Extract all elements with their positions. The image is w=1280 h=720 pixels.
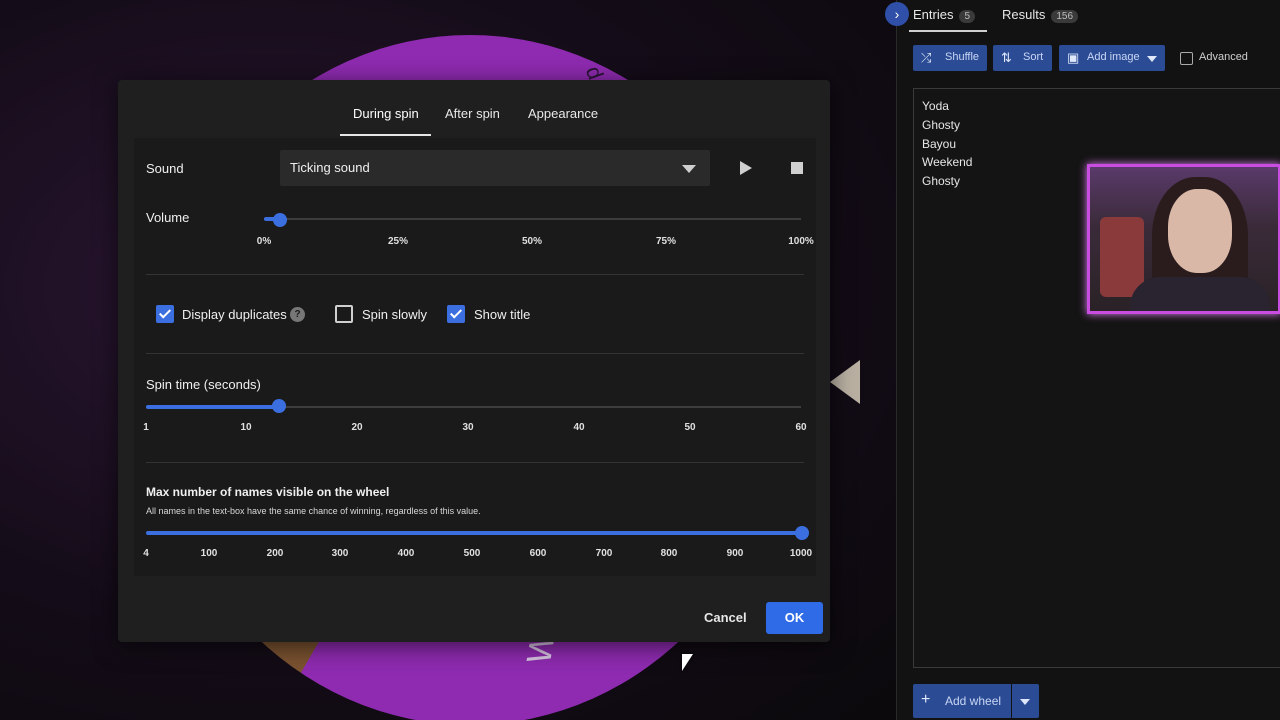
play-icon[interactable] [740,161,752,175]
tab-after-spin[interactable]: After spin [445,106,500,121]
max-names-tick: 900 [726,548,744,559]
volume-tick: 25% [387,236,409,247]
spin-time-label: Spin time (seconds) [146,377,261,392]
image-icon: ▣ [1067,50,1080,65]
add-image-button[interactable]: ▣ Add image [1059,45,1165,71]
entry-line: Yoda [922,99,949,113]
active-tab-indicator [340,134,431,136]
entries-sidebar: › Entries 5 Results 156 ⤮ Shuffle ⇅ Sort ▣… [885,0,1280,720]
tab-results-label: Results [1002,7,1046,22]
chevron-right-icon[interactable]: › [885,2,909,26]
sound-select[interactable]: Ticking sound [280,150,710,186]
stop-icon[interactable] [791,162,803,174]
sort-label: Sort [1023,51,1044,63]
shuffle-button[interactable]: ⤮ Shuffle [913,45,987,71]
shuffle-icon: ⤮ [921,50,932,65]
entry-line: Ghosty [922,174,961,188]
chevron-down-icon [1147,56,1157,62]
max-names-tick: 200 [266,548,284,559]
wheel-pointer-icon [830,360,860,404]
dialog-tabs: During spin After spin Appearance [118,80,830,136]
sort-icon: ⇅ [1001,50,1012,65]
spin-time-slider-thumb[interactable] [272,399,286,413]
volume-slider-thumb[interactable] [273,213,287,227]
spin-time-tick: 40 [573,422,585,433]
sound-label: Sound [146,161,184,176]
show-title-checkbox[interactable] [447,305,465,323]
ok-button[interactable]: OK [766,602,823,634]
display-duplicates-label: Display duplicates [182,307,287,322]
divider [146,274,804,275]
spin-time-tick: 1 [143,422,149,433]
volume-tick: 100% [788,236,814,247]
max-names-tick: 700 [595,548,613,559]
show-title-label: Show title [474,307,531,322]
chevron-down-icon [682,165,696,173]
results-count-badge: 156 [1051,10,1079,23]
sound-select-value: Ticking sound [290,160,370,175]
entry-line: Bayou [922,137,957,151]
volume-track[interactable] [264,218,801,220]
volume-tick: 75% [655,236,677,247]
webcam-person-body [1130,277,1270,311]
max-names-tick: 1000 [789,548,813,559]
spin-time-fill [146,405,279,409]
max-names-slider-thumb[interactable] [795,526,809,540]
display-duplicates-checkbox[interactable] [156,305,174,323]
entries-count-badge: 5 [959,10,976,23]
entry-line: Ghosty [922,118,961,132]
active-tab-indicator [909,30,987,32]
tab-during-spin[interactable]: During spin [353,106,419,121]
spin-time-tick: 60 [795,422,807,433]
during-spin-panel: Sound Ticking sound Volume 0% 25% 50% 75… [134,138,816,576]
spin-time-tick: 50 [684,422,696,433]
mouse-cursor-icon [682,654,693,671]
shuffle-label: Shuffle [945,51,980,63]
tab-entries[interactable]: Entries 5 [913,7,976,23]
sort-button[interactable]: ⇅ Sort [993,45,1052,71]
volume-label: Volume [146,210,190,225]
max-names-fill[interactable] [146,531,801,535]
spin-time-tick: 30 [462,422,474,433]
advanced-label: Advanced [1199,51,1248,63]
spin-time-tick: 20 [351,422,363,433]
advanced-checkbox[interactable] [1180,52,1193,65]
add-wheel-label: Add wheel [945,694,1002,708]
max-names-tick: 600 [529,548,547,559]
max-names-tick: 4 [143,548,149,559]
spin-time-tick: 10 [240,422,252,433]
tab-results[interactable]: Results 156 [1002,7,1079,23]
add-wheel-button[interactable]: + Add wheel [913,684,1011,718]
divider [146,353,804,354]
spin-slowly-label: Spin slowly [362,307,428,322]
tab-appearance[interactable]: Appearance [528,106,598,121]
max-names-tick: 100 [200,548,218,559]
volume-tick: 50% [521,236,543,247]
max-names-tick: 300 [331,548,349,559]
add-image-label: Add image [1087,51,1140,63]
cancel-button[interactable]: Cancel [704,610,747,625]
tab-entries-label: Entries [913,7,954,22]
plus-icon: + [921,691,931,708]
webcam-person-face [1168,189,1232,273]
add-wheel-dropdown-button[interactable] [1012,684,1039,718]
max-names-label: Max number of names visible on the wheel [146,485,390,499]
max-names-tick: 400 [397,548,415,559]
max-names-hint: All names in the text-box have the same … [146,506,481,516]
help-icon[interactable]: ? [290,307,305,322]
entry-line: Weekend [922,155,973,169]
max-names-tick: 500 [463,548,481,559]
webcam-chair [1100,217,1144,297]
webcam-overlay [1087,164,1280,314]
volume-tick: 0% [256,236,272,247]
max-names-tick: 800 [660,548,678,559]
divider [146,462,804,463]
spin-slowly-checkbox[interactable] [335,305,353,323]
customize-dialog: During spin After spin Appearance Sound … [118,80,830,642]
